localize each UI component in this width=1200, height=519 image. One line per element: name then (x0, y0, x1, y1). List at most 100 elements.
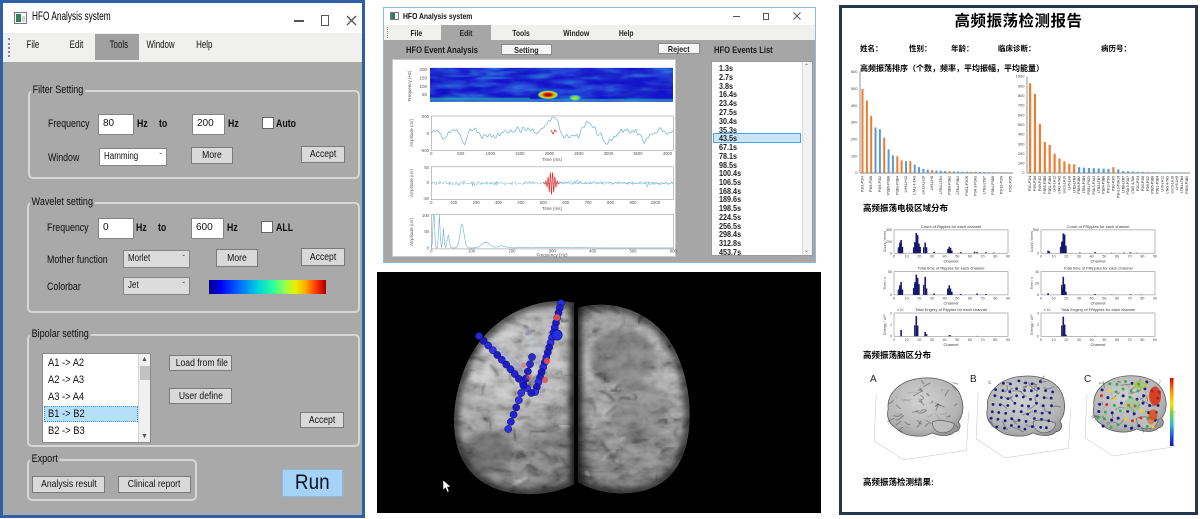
svg-text:1000: 1000 (1016, 74, 1026, 79)
svg-text:Time (ms): Time (ms) (542, 206, 563, 211)
svg-text:50: 50 (1102, 255, 1106, 259)
svg-text:Total time of FRipples for eac: Total time of FRipples for each channel (1063, 266, 1132, 271)
svg-text:20: 20 (917, 296, 921, 300)
svg-text:Time / s: Time / s (1030, 277, 1034, 290)
svg-text:50: 50 (424, 165, 429, 170)
svg-text:LTB3-LTB4: LTB3-LTB4 (939, 176, 943, 194)
svg-text:Channel: Channel (944, 342, 959, 347)
svg-text:P3I1-P3I4: P3I1-P3I4 (1136, 176, 1140, 191)
svg-text:70: 70 (1128, 255, 1132, 259)
svg-text:Energy / uV²: Energy / uV² (883, 314, 887, 335)
svg-text:50: 50 (422, 92, 428, 97)
svg-text:0: 0 (890, 252, 892, 256)
svg-text:10: 10 (905, 338, 909, 342)
svg-text:90: 90 (1153, 255, 1157, 259)
svg-text:P3I1-P3I4: P3I1-P3I4 (861, 176, 865, 192)
svg-text:Total Engery of Ripples for ea: Total Engery of Ripples for each channel (915, 307, 987, 312)
svg-text:0: 0 (1040, 338, 1042, 342)
svg-text:P3H13-P3H14: P3H13-P3H14 (1116, 176, 1120, 198)
svg-text:0: 0 (430, 200, 433, 205)
svg-text:400: 400 (517, 200, 525, 205)
svg-text:Total time of Ripples for each: Total time of Ripples for each channel (918, 266, 985, 271)
svg-text:800: 800 (607, 200, 615, 205)
svg-text:Amplitude (uV): Amplitude (uV) (409, 218, 414, 246)
svg-text:LTB3-LTB7: LTB3-LTB7 (1097, 176, 1101, 193)
svg-text:200: 200 (851, 137, 858, 142)
svg-text:LTA5 4-TA6: LTA5 4-TA6 (1131, 176, 1135, 194)
svg-text:600: 600 (562, 200, 570, 205)
svg-text:Count of FRipples for each cha: Count of FRipples for each channel (1067, 224, 1130, 229)
svg-text:2000: 2000 (545, 151, 555, 156)
svg-text:10: 10 (905, 255, 909, 259)
svg-text:300: 300 (851, 120, 858, 125)
svg-text:500: 500 (851, 86, 858, 91)
svg-text:400: 400 (1018, 132, 1025, 137)
svg-text:LTB4-P3B4: LTB4-P3B4 (956, 176, 960, 194)
svg-text:P3I5-P3I8: P3I5-P3I8 (1033, 176, 1037, 191)
svg-text:LH13-LH16: LH13-LH16 (1170, 176, 1174, 193)
svg-text:50: 50 (955, 296, 959, 300)
svg-text:40: 40 (943, 296, 947, 300)
svg-text:60: 60 (1115, 296, 1119, 300)
svg-text:90: 90 (1153, 338, 1157, 342)
svg-text:Count / times: Count / times (1030, 231, 1034, 252)
svg-text:P3G-P3I5: P3G-P3I5 (1112, 176, 1116, 191)
svg-text:P3B1-P3B4: P3B1-P3B4 (1048, 176, 1052, 194)
svg-text:Channel: Channel (1091, 342, 1106, 347)
svg-text:P3B1-P3B4: P3B1-P3B4 (1156, 176, 1160, 194)
svg-text:500: 500 (1018, 122, 1025, 127)
svg-text:0: 0 (893, 338, 895, 342)
svg-text:300: 300 (1018, 141, 1025, 146)
svg-text:Channel: Channel (1091, 259, 1106, 264)
svg-text:LH9-LH12: LH9-LH12 (904, 176, 908, 192)
svg-text:LTA3 4-TA3: LTA3 4-TA3 (1058, 176, 1062, 194)
svg-text:LH9-LH12: LH9-LH12 (1161, 176, 1165, 192)
svg-text:0: 0 (427, 131, 430, 136)
svg-text:30: 30 (930, 255, 934, 259)
svg-text:0: 0 (427, 245, 430, 250)
svg-text:LH5-LH8: LH5-LH8 (930, 176, 934, 190)
svg-text:P3B4-P3B8: P3B4-P3B8 (1102, 176, 1106, 194)
svg-text:30: 30 (930, 338, 934, 342)
svg-text:3500: 3500 (633, 151, 643, 156)
svg-text:20: 20 (917, 255, 921, 259)
svg-text:P3G-P3I5: P3G-P3I5 (1008, 176, 1012, 192)
svg-text:30: 30 (930, 296, 934, 300)
svg-text:60: 60 (1115, 338, 1119, 342)
svg-text:0: 0 (893, 255, 895, 259)
svg-text:P3I9-P3I2: P3I9-P3I2 (1146, 176, 1150, 191)
svg-text:500: 500 (457, 151, 465, 156)
svg-text:P3I10-P3I9: P3I10-P3I9 (1000, 176, 1004, 194)
svg-text:0: 0 (855, 170, 858, 175)
svg-text:LH5-LH8: LH5-LH8 (1067, 176, 1071, 190)
svg-text:0: 0 (890, 335, 892, 339)
svg-text:P3B5-P3B8: P3B5-P3B8 (887, 176, 891, 195)
svg-text:50: 50 (1102, 338, 1106, 342)
svg-text:10: 10 (1052, 255, 1056, 259)
svg-text:LTA3 4-TA3: LTA3 4-TA3 (1165, 176, 1169, 194)
svg-text:40: 40 (1035, 270, 1039, 274)
svg-text:2500: 2500 (574, 151, 584, 156)
svg-text:P3A 3-P3A3: P3A 3-P3A3 (1092, 176, 1096, 195)
svg-text:80: 80 (1140, 338, 1144, 342)
svg-text:500: 500 (629, 248, 637, 253)
svg-text:P3B9-P3B2: P3B9-P3B2 (1185, 176, 1189, 194)
svg-text:Total Engery of FRipples for e: Total Engery of FRipples for each channe… (1061, 307, 1135, 312)
svg-text:P3B9-P3B2: P3B9-P3B2 (1077, 176, 1081, 194)
svg-text:0: 0 (1022, 170, 1025, 175)
svg-text:x 10: x 10 (1044, 308, 1051, 312)
svg-text:500: 500 (422, 114, 430, 119)
svg-text:90: 90 (1006, 255, 1010, 259)
svg-text:900: 900 (629, 200, 637, 205)
svg-text:50: 50 (1102, 296, 1106, 300)
svg-text:4000: 4000 (663, 151, 673, 156)
svg-text:P3B5-P3B8: P3B5-P3B8 (1151, 176, 1155, 194)
svg-text:40: 40 (943, 255, 947, 259)
svg-text:20: 20 (1035, 282, 1039, 286)
svg-text:80: 80 (1140, 296, 1144, 300)
svg-text:x 10: x 10 (897, 308, 904, 312)
svg-text:P3A 3-P3A3: P3A 3-P3A3 (974, 176, 978, 196)
svg-text:200: 200 (1018, 151, 1025, 156)
svg-text:700: 700 (585, 200, 593, 205)
svg-text:P3B4-P3B8: P3B4-P3B8 (991, 176, 995, 195)
